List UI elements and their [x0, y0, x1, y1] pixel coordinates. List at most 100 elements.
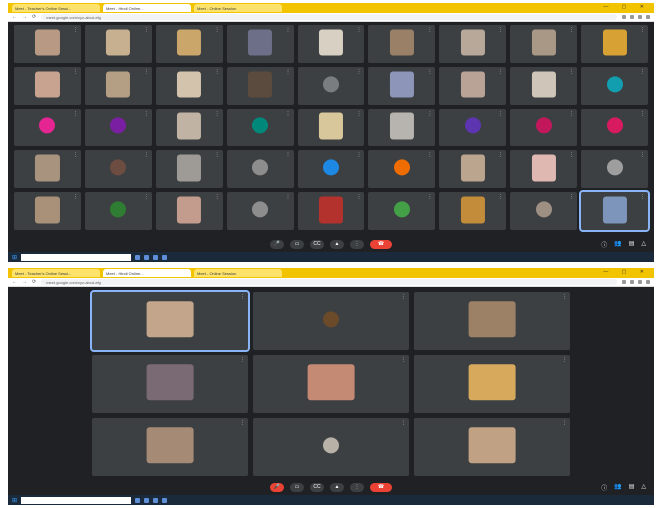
participant-tile[interactable]: ⋮ [14, 192, 81, 230]
participant-tile[interactable]: ⋮ [439, 192, 507, 230]
tile-options-icon[interactable]: ⋮ [215, 69, 220, 75]
present-button[interactable]: ▲ [330, 239, 344, 249]
participant-tile[interactable]: ⋮ [579, 190, 650, 232]
taskbar-search[interactable] [21, 253, 132, 261]
tile-options-icon[interactable]: ⋮ [144, 152, 149, 158]
tile-options-icon[interactable]: ⋮ [569, 69, 574, 75]
participant-tile[interactable]: ⋮ [581, 108, 648, 147]
participant-tile[interactable]: ⋮ [439, 25, 507, 63]
camera-button[interactable]: ▭ [290, 239, 304, 249]
tile-options-icon[interactable]: ⋮ [286, 69, 291, 75]
participant-tile[interactable]: ⋮ [297, 108, 365, 147]
participant-tile[interactable]: ⋮ [439, 66, 507, 105]
mic-button[interactable]: 🎤 [270, 482, 284, 492]
profile-icon[interactable] [646, 15, 650, 19]
tile-options-icon[interactable]: ⋮ [427, 194, 432, 200]
participant-tile[interactable]: ⋮ [92, 355, 248, 413]
activities-icon[interactable]: △ [641, 483, 646, 492]
tile-options-icon[interactable]: ⋮ [73, 27, 78, 33]
back-icon[interactable]: ← [12, 279, 17, 285]
chrome-icon[interactable] [162, 254, 168, 260]
reload-icon[interactable]: ⟳ [32, 14, 36, 20]
edge-icon[interactable] [144, 254, 150, 260]
tile-options-icon[interactable]: ⋮ [356, 152, 361, 158]
participant-tile[interactable]: ⋮ [297, 192, 365, 230]
participant-tile[interactable]: ⋮ [253, 355, 409, 413]
people-icon[interactable]: 👥 [614, 240, 621, 249]
browser-tab[interactable]: Meet - Teacher's Online Sessi... [12, 269, 100, 277]
participant-tile[interactable]: ⋮ [510, 66, 578, 105]
extension-icon[interactable] [622, 280, 626, 284]
tile-options-icon[interactable]: ⋮ [356, 111, 361, 117]
tile-options-icon[interactable]: ⋮ [569, 111, 574, 117]
participant-tile[interactable]: ⋮ [226, 108, 294, 147]
tile-options-icon[interactable]: ⋮ [401, 357, 406, 363]
tile-options-icon[interactable]: ⋮ [215, 111, 220, 117]
explorer-icon[interactable] [153, 254, 159, 260]
captions-button[interactable]: CC [310, 239, 324, 249]
participant-tile[interactable]: ⋮ [439, 108, 507, 147]
activities-icon[interactable]: △ [641, 240, 646, 249]
participant-tile[interactable]: ⋮ [84, 108, 152, 147]
tile-options-icon[interactable]: ⋮ [240, 357, 245, 363]
tile-options-icon[interactable]: ⋮ [144, 69, 149, 75]
tile-options-icon[interactable]: ⋮ [569, 194, 574, 200]
tile-options-icon[interactable]: ⋮ [498, 111, 503, 117]
participant-tile[interactable]: ⋮ [14, 25, 81, 63]
tile-options-icon[interactable]: ⋮ [215, 152, 220, 158]
edge-icon[interactable] [144, 497, 150, 503]
participant-tile[interactable]: ⋮ [368, 150, 436, 189]
url-field[interactable]: meet.google.com/xyz-abcd-efg [41, 279, 617, 285]
participant-tile[interactable]: ⋮ [155, 150, 223, 189]
extension-icon[interactable] [638, 280, 642, 284]
tile-options-icon[interactable]: ⋮ [286, 194, 291, 200]
participant-tile[interactable]: ⋮ [155, 66, 223, 105]
reload-icon[interactable]: ⟳ [32, 279, 36, 285]
tile-options-icon[interactable]: ⋮ [498, 69, 503, 75]
tile-options-icon[interactable]: ⋮ [562, 294, 567, 300]
tile-options-icon[interactable]: ⋮ [286, 27, 291, 33]
tile-options-icon[interactable]: ⋮ [427, 27, 432, 33]
tile-options-icon[interactable]: ⋮ [562, 357, 567, 363]
tile-options-icon[interactable]: ⋮ [215, 194, 220, 200]
tile-options-icon[interactable]: ⋮ [640, 152, 645, 158]
mic-button[interactable]: 🎤 [270, 239, 284, 249]
browser-tab[interactable]: Meet - Online Session [194, 4, 282, 12]
tile-options-icon[interactable]: ⋮ [427, 111, 432, 117]
tile-options-icon[interactable]: ⋮ [73, 111, 78, 117]
more-options-button[interactable]: ⋮ [350, 239, 364, 249]
tile-options-icon[interactable]: ⋮ [144, 194, 149, 200]
captions-button[interactable]: CC [310, 482, 324, 492]
participant-tile[interactable]: ⋮ [297, 150, 365, 189]
participant-tile[interactable]: ⋮ [297, 66, 365, 105]
taskbar-search[interactable] [21, 496, 132, 504]
extension-icon[interactable] [630, 15, 634, 19]
forward-icon[interactable]: → [22, 14, 27, 20]
tile-options-icon[interactable]: ⋮ [401, 294, 406, 300]
browser-tab[interactable]: Meet - Hindi Online... [103, 4, 191, 12]
tile-options-icon[interactable]: ⋮ [73, 194, 78, 200]
participant-tile[interactable]: ⋮ [581, 66, 648, 105]
window-controls[interactable]: — ▢ ✕ [603, 4, 650, 10]
tile-options-icon[interactable]: ⋮ [427, 69, 432, 75]
participant-tile[interactable]: ⋮ [155, 108, 223, 147]
camera-button[interactable]: ▭ [290, 482, 304, 492]
info-icon[interactable]: ⓘ [601, 240, 607, 249]
tile-options-icon[interactable]: ⋮ [401, 420, 406, 426]
window-controls[interactable]: — ▢ ✕ [603, 269, 650, 275]
people-icon[interactable]: 👥 [614, 483, 621, 492]
participant-tile[interactable]: ⋮ [297, 25, 365, 63]
participant-tile[interactable]: ⋮ [414, 418, 570, 476]
participant-tile[interactable]: ⋮ [226, 192, 294, 230]
tile-options-icon[interactable]: ⋮ [569, 152, 574, 158]
participant-tile[interactable]: ⋮ [581, 150, 648, 189]
tile-options-icon[interactable]: ⋮ [73, 152, 78, 158]
more-options-button[interactable]: ⋮ [350, 482, 364, 492]
participant-tile[interactable]: ⋮ [226, 150, 294, 189]
extension-icon[interactable] [638, 15, 642, 19]
participant-tile[interactable]: ⋮ [368, 25, 436, 63]
tile-options-icon[interactable]: ⋮ [640, 27, 645, 33]
profile-icon[interactable] [646, 280, 650, 284]
extension-icon[interactable] [630, 280, 634, 284]
participant-tile[interactable]: ⋮ [368, 66, 436, 105]
